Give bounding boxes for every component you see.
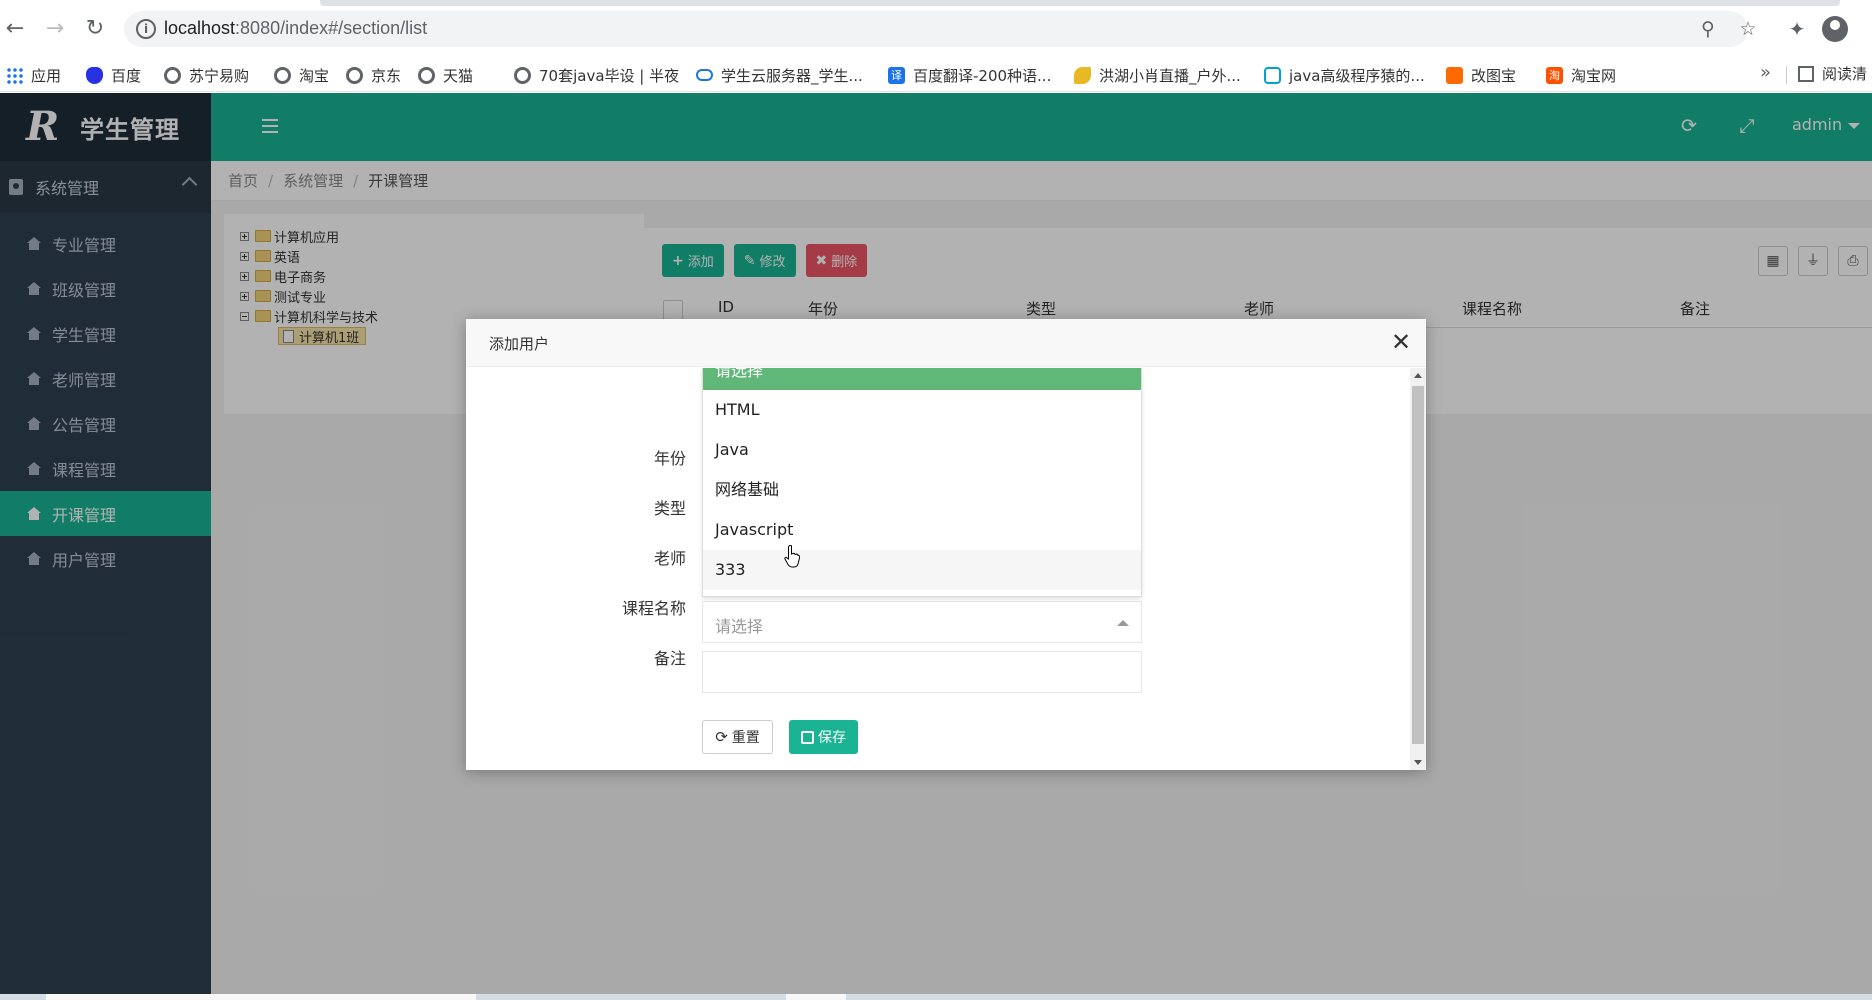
close-icon[interactable]: ✕ [1388, 329, 1414, 355]
bilibili-tv-icon [1264, 66, 1281, 84]
reading-list-button[interactable]: 阅读清 [1798, 63, 1867, 84]
site-info-icon[interactable]: i [136, 19, 156, 39]
type-label: 类型 [653, 499, 686, 518]
bookmark-label: 天猫 [443, 66, 474, 85]
back-arrow-icon[interactable]: ← [0, 14, 30, 44]
bookmark-item[interactable]: java高级程序猿的... [1264, 63, 1425, 87]
hand-pointer-cursor-icon [784, 545, 800, 568]
bookmark-label: 学生云服务器_学生... [721, 66, 863, 85]
bookmark-item[interactable]: 70套java毕设 | 半夜 [514, 63, 679, 87]
bookmarks-overflow-button[interactable]: » [1760, 62, 1771, 83]
baidu-paw-icon [86, 66, 103, 84]
divider [1786, 66, 1787, 84]
dialog-body: 年份 类型 老师 课程名称 备注 请选择 ⟳ 重置 保存 请选择 HTML Java 网… [466, 368, 1410, 770]
browser-toolbar: ← → ↻ i localhost:8080/index#/section/li… [0, 0, 1872, 58]
globe-icon [418, 66, 435, 84]
save-floppy-icon [801, 730, 814, 744]
dialog-header: 添加用户 ✕ [466, 319, 1426, 367]
course-label: 课程名称 [621, 599, 686, 618]
reset-button[interactable]: ⟳ 重置 [702, 720, 773, 754]
bookmark-item[interactable]: 学生云服务器_学生... [696, 63, 863, 87]
apps-grid-icon [6, 66, 23, 84]
url-text[interactable]: localhost:8080/index#/section/list [164, 18, 427, 39]
bookmark-label: 70套java毕设 | 半夜 [539, 66, 680, 85]
taskbar-strip [0, 994, 1872, 1000]
reload-icon[interactable]: ↻ [80, 14, 110, 44]
bookmark-label: 洪湖小肖直播_户外... [1099, 66, 1241, 85]
address-bar[interactable]: i localhost:8080/index#/section/list ⚲ ☆ [124, 11, 1757, 47]
profile-avatar-icon[interactable] [1822, 16, 1848, 42]
course-dropdown-list: 请选择 HTML Java 网络基础 Javascript 333 [702, 368, 1142, 597]
cloud-icon [696, 69, 713, 81]
course-select[interactable]: 请选择 [702, 601, 1142, 643]
bookmark-item[interactable]: 改图宝 [1446, 63, 1516, 87]
zoom-icon[interactable]: ⚲ [1696, 17, 1720, 41]
refresh-icon: ⟳ [715, 728, 728, 746]
scroll-up-icon[interactable] [1414, 373, 1422, 378]
taskbar-item[interactable] [786, 994, 846, 1000]
scroll-down-icon[interactable] [1414, 760, 1422, 765]
bookmark-item[interactable]: 洪湖小肖直播_户外... [1074, 63, 1241, 87]
bookmark-item[interactable]: 应用 [6, 63, 61, 87]
bookmark-label: 百度 [111, 66, 142, 85]
course-select-placeholder: 请选择 [715, 617, 764, 636]
dialog-title: 添加用户 [489, 335, 550, 353]
bookmark-label: 百度翻译-200种语... [913, 66, 1052, 85]
reading-list-icon [1798, 65, 1814, 82]
add-user-dialog: 添加用户 ✕ 年份 类型 老师 课程名称 备注 请选择 ⟳ 重置 保存 请选择 HT… [466, 319, 1426, 770]
bookmark-label: 淘宝网 [1571, 66, 1617, 85]
dropdown-option[interactable]: 请选择 [703, 368, 1141, 390]
dropdown-option[interactable]: 333 [703, 550, 1141, 590]
bookmark-item[interactable]: 京东 [346, 63, 401, 87]
dropdown-option[interactable]: Javascript [703, 510, 1141, 550]
dialog-scrollbar[interactable] [1410, 368, 1426, 770]
bookmark-item[interactable]: 淘宝 [274, 63, 329, 87]
bookmark-label: 应用 [31, 66, 62, 85]
bookmark-label: java高级程序猿的... [1289, 66, 1425, 85]
globe-icon [164, 66, 181, 84]
forward-arrow-icon[interactable]: → [40, 14, 70, 44]
bookmarks-bar: 应用 百度 苏宁易购 淘宝 京东 天猫 70套java毕设 | 半夜 学生云服务器_学生...… [0, 58, 1872, 92]
extensions-puzzle-icon[interactable]: ✦ [1782, 14, 1812, 44]
dropdown-option[interactable]: Java [703, 430, 1141, 470]
caret-up-icon [1117, 620, 1129, 626]
tab-strip [320, 0, 1840, 6]
save-button[interactable]: 保存 [789, 720, 858, 754]
bookmark-label: 淘宝 [299, 66, 330, 85]
translate-icon: 译 [888, 66, 905, 84]
bookmark-item[interactable]: 淘淘宝网 [1546, 63, 1616, 87]
taobao-icon: 淘 [1546, 66, 1563, 84]
dropdown-option[interactable]: 网络基础 [703, 470, 1141, 510]
bookmark-label: 苏宁易购 [189, 66, 250, 85]
scrollbar-thumb[interactable] [1412, 386, 1424, 744]
orange-square-icon [1446, 66, 1463, 84]
remark-input[interactable] [702, 651, 1142, 693]
teacher-label: 老师 [653, 549, 686, 568]
bookmark-label: 改图宝 [1471, 66, 1517, 85]
year-label: 年份 [653, 449, 686, 468]
bookmark-item[interactable]: 译百度翻译-200种语... [888, 63, 1051, 87]
bookmark-item[interactable]: 百度 [86, 63, 141, 87]
bookmark-item[interactable]: 苏宁易购 [164, 63, 249, 87]
bookmark-item[interactable]: 天猫 [418, 63, 473, 87]
globe-icon [514, 66, 531, 84]
globe-icon [274, 66, 291, 84]
dropdown-option[interactable]: HTML [703, 390, 1141, 430]
bookmark-star-icon[interactable]: ☆ [1736, 17, 1760, 41]
reading-list-label: 阅读清 [1822, 65, 1868, 83]
bird-icon [1074, 66, 1091, 84]
taskbar-item[interactable] [46, 994, 476, 1000]
remark-label: 备注 [653, 649, 686, 668]
bookmark-label: 京东 [371, 66, 402, 85]
globe-icon [346, 66, 363, 84]
